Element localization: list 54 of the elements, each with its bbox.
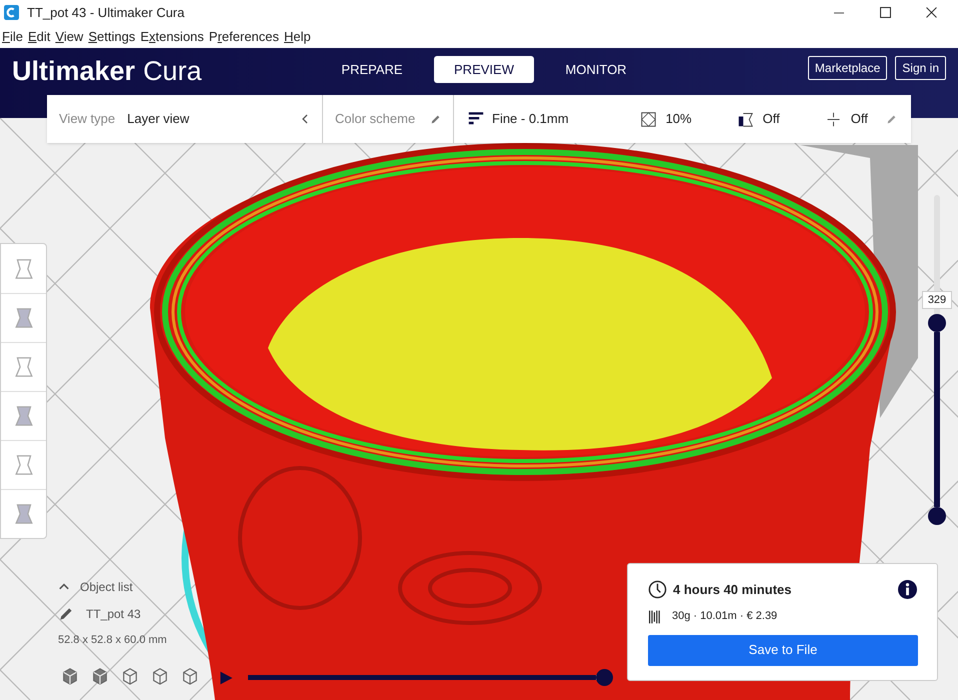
close-icon	[926, 7, 936, 18]
cube-icon	[61, 667, 79, 685]
pencil-icon	[58, 606, 74, 622]
stage-tab[interactable]: MONITOR	[546, 56, 646, 83]
menu-item[interactable]: Help	[282, 26, 313, 46]
menu-item[interactable]: Edit	[26, 26, 52, 46]
color-scheme-dropdown[interactable]: Color scheme	[335, 109, 416, 129]
support-value[interactable]: Off	[762, 109, 780, 129]
layer-slider-handle[interactable]	[928, 314, 946, 332]
pencil-icon	[430, 114, 441, 124]
cube-icon	[91, 667, 109, 685]
header-button[interactable]: Sign in	[895, 56, 946, 80]
camera-view-button[interactable]	[120, 666, 140, 686]
object-name: TT_pot 43	[86, 606, 141, 623]
clock-icon	[648, 580, 667, 600]
save-to-file-button[interactable]: Save to File	[648, 634, 918, 666]
object-dimensions: 52.8 x 52.8 x 60.0 mm	[58, 633, 167, 648]
logo-text: Cura	[143, 55, 202, 88]
info-icon	[898, 580, 917, 600]
cube-icon	[181, 667, 199, 685]
menu-item[interactable]: Preferences	[206, 26, 282, 46]
camera-view-button[interactable]	[90, 666, 110, 686]
camera-view-button[interactable]	[150, 666, 170, 686]
material-usage: 30g · 10.01m · € 2.39	[672, 609, 778, 624]
logo-text: Ultimaker	[12, 55, 136, 88]
camera-view-button[interactable]	[180, 666, 200, 686]
layer-slider-handle[interactable]	[928, 507, 946, 525]
support-icon	[738, 112, 753, 126]
cube-icon	[121, 667, 139, 685]
view-type-dropdown[interactable]: Layer view	[127, 109, 190, 129]
app-logo-icon	[4, 5, 19, 20]
infill-value[interactable]: 10%	[666, 109, 692, 129]
menu-item[interactable]: File	[0, 26, 25, 46]
layer-number: 329	[928, 292, 946, 308]
adhesion-value[interactable]: Off	[850, 109, 868, 129]
view-type-label: View type	[59, 110, 116, 128]
maximize-icon	[880, 7, 890, 18]
pencil-icon	[886, 114, 897, 124]
menu-item[interactable]: Extensions	[138, 26, 206, 46]
profile-value[interactable]: Fine - 0.1mm	[492, 109, 569, 129]
cube-icon	[151, 667, 169, 685]
header-button[interactable]: Marketplace	[808, 56, 888, 80]
stage-tab[interactable]: PREPARE	[322, 56, 422, 83]
infill-icon	[640, 112, 656, 126]
menu-item[interactable]: Settings	[86, 26, 138, 46]
window-title: TT_pot 43 - Ultimaker Cura	[27, 4, 184, 22]
chevron-left-icon	[300, 113, 310, 125]
adhesion-icon	[826, 112, 841, 126]
menu-item[interactable]: View	[53, 26, 86, 46]
print-time: 4 hours 40 minutes	[673, 581, 792, 599]
object-list-toggle[interactable]: Object list	[80, 578, 133, 596]
profile-icon	[468, 111, 484, 127]
camera-view-button[interactable]	[60, 666, 80, 686]
stage-tab[interactable]: PREVIEW	[434, 56, 534, 83]
